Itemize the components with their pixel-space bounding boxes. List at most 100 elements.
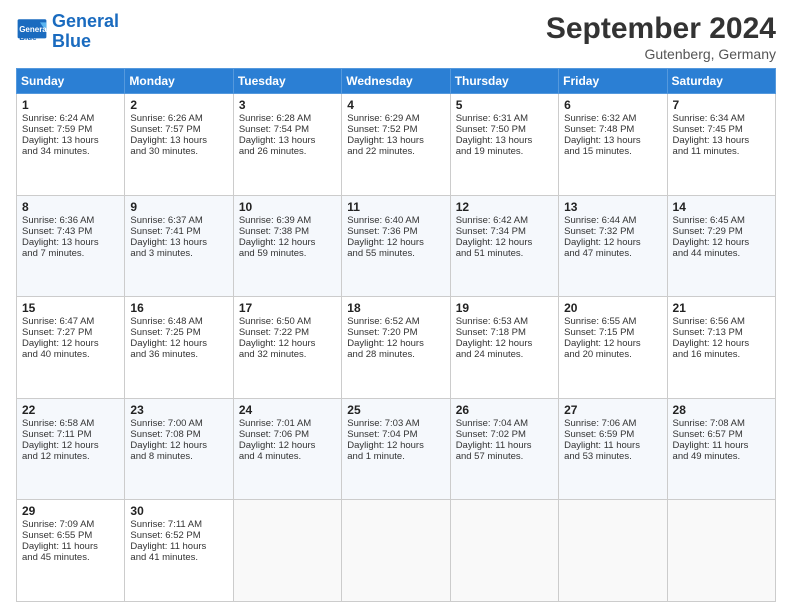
cell-line: Sunset: 7:38 PM	[239, 226, 336, 237]
table-row	[450, 500, 558, 602]
table-row: 25Sunrise: 7:03 AMSunset: 7:04 PMDayligh…	[342, 398, 450, 500]
table-row: 18Sunrise: 6:52 AMSunset: 7:20 PMDayligh…	[342, 297, 450, 399]
cell-line: Sunset: 7:45 PM	[673, 124, 770, 135]
cell-line: and 53 minutes.	[564, 451, 661, 462]
cell-line: and 32 minutes.	[239, 349, 336, 360]
cell-line: and 16 minutes.	[673, 349, 770, 360]
day-number: 4	[347, 98, 444, 112]
cell-line: and 22 minutes.	[347, 146, 444, 157]
cell-line: Sunset: 7:34 PM	[456, 226, 553, 237]
cell-line: Daylight: 13 hours	[239, 135, 336, 146]
cell-line: Daylight: 13 hours	[456, 135, 553, 146]
cell-line: Sunset: 7:43 PM	[22, 226, 119, 237]
cell-line: Daylight: 12 hours	[456, 338, 553, 349]
cell-line: and 19 minutes.	[456, 146, 553, 157]
cell-line: Daylight: 13 hours	[22, 237, 119, 248]
header-row: Sunday Monday Tuesday Wednesday Thursday…	[17, 69, 776, 94]
day-number: 8	[22, 200, 119, 214]
cell-line: and 3 minutes.	[130, 248, 227, 259]
day-number: 27	[564, 403, 661, 417]
cell-line: Daylight: 13 hours	[347, 135, 444, 146]
col-monday: Monday	[125, 69, 233, 94]
cell-line: Daylight: 12 hours	[347, 237, 444, 248]
header: General Blue General Blue September 2024…	[16, 12, 776, 62]
cell-line: Sunset: 7:06 PM	[239, 429, 336, 440]
cell-line: Sunrise: 6:42 AM	[456, 215, 553, 226]
cell-line: Daylight: 13 hours	[130, 135, 227, 146]
cell-line: Sunrise: 6:47 AM	[22, 316, 119, 327]
cell-line: Sunrise: 6:48 AM	[130, 316, 227, 327]
day-number: 20	[564, 301, 661, 315]
table-row: 16Sunrise: 6:48 AMSunset: 7:25 PMDayligh…	[125, 297, 233, 399]
cell-line: Daylight: 12 hours	[239, 338, 336, 349]
cell-line: and 44 minutes.	[673, 248, 770, 259]
cell-line: Daylight: 11 hours	[22, 541, 119, 552]
cell-line: Daylight: 12 hours	[564, 237, 661, 248]
cell-line: Daylight: 13 hours	[564, 135, 661, 146]
table-row: 26Sunrise: 7:04 AMSunset: 7:02 PMDayligh…	[450, 398, 558, 500]
cell-line: Sunset: 7:11 PM	[22, 429, 119, 440]
cell-line: Sunset: 7:13 PM	[673, 327, 770, 338]
cell-line: Sunset: 7:48 PM	[564, 124, 661, 135]
day-number: 13	[564, 200, 661, 214]
table-row: 15Sunrise: 6:47 AMSunset: 7:27 PMDayligh…	[17, 297, 125, 399]
day-number: 24	[239, 403, 336, 417]
cell-line: Sunrise: 7:01 AM	[239, 418, 336, 429]
cell-line: and 30 minutes.	[130, 146, 227, 157]
cell-line: Sunset: 7:32 PM	[564, 226, 661, 237]
col-friday: Friday	[559, 69, 667, 94]
cell-line: Sunset: 7:22 PM	[239, 327, 336, 338]
day-number: 17	[239, 301, 336, 315]
cell-line: Daylight: 12 hours	[22, 338, 119, 349]
cell-line: Sunrise: 6:58 AM	[22, 418, 119, 429]
cell-line: and 24 minutes.	[456, 349, 553, 360]
cell-line: Sunset: 6:55 PM	[22, 530, 119, 541]
day-number: 19	[456, 301, 553, 315]
cell-line: Daylight: 12 hours	[673, 338, 770, 349]
page: General Blue General Blue September 2024…	[0, 0, 792, 612]
col-tuesday: Tuesday	[233, 69, 341, 94]
cell-line: and 57 minutes.	[456, 451, 553, 462]
cell-line: Sunset: 7:59 PM	[22, 124, 119, 135]
day-number: 6	[564, 98, 661, 112]
table-row: 7Sunrise: 6:34 AMSunset: 7:45 PMDaylight…	[667, 94, 775, 196]
table-row: 27Sunrise: 7:06 AMSunset: 6:59 PMDayligh…	[559, 398, 667, 500]
cell-line: Daylight: 13 hours	[22, 135, 119, 146]
table-row: 22Sunrise: 6:58 AMSunset: 7:11 PMDayligh…	[17, 398, 125, 500]
cell-line: Sunrise: 6:37 AM	[130, 215, 227, 226]
cell-line: Daylight: 11 hours	[673, 440, 770, 451]
logo: General Blue General Blue	[16, 12, 119, 52]
cell-line: and 55 minutes.	[347, 248, 444, 259]
cell-line: Daylight: 12 hours	[239, 237, 336, 248]
cell-line: Sunset: 7:57 PM	[130, 124, 227, 135]
col-sunday: Sunday	[17, 69, 125, 94]
cell-line: Daylight: 12 hours	[456, 237, 553, 248]
cell-line: Sunset: 7:04 PM	[347, 429, 444, 440]
day-number: 30	[130, 504, 227, 518]
day-number: 22	[22, 403, 119, 417]
table-row	[559, 500, 667, 602]
cell-line: and 1 minute.	[347, 451, 444, 462]
cell-line: and 59 minutes.	[239, 248, 336, 259]
cell-line: and 26 minutes.	[239, 146, 336, 157]
col-saturday: Saturday	[667, 69, 775, 94]
cell-line: Sunset: 7:52 PM	[347, 124, 444, 135]
cell-line: Sunset: 7:20 PM	[347, 327, 444, 338]
day-number: 5	[456, 98, 553, 112]
cell-line: Sunset: 7:08 PM	[130, 429, 227, 440]
cell-line: Daylight: 12 hours	[347, 440, 444, 451]
cell-line: and 36 minutes.	[130, 349, 227, 360]
table-row: 2Sunrise: 6:26 AMSunset: 7:57 PMDaylight…	[125, 94, 233, 196]
cell-line: Sunrise: 6:50 AM	[239, 316, 336, 327]
col-thursday: Thursday	[450, 69, 558, 94]
logo-text: General Blue	[52, 12, 119, 52]
cell-line: Daylight: 11 hours	[456, 440, 553, 451]
cell-line: Sunrise: 6:52 AM	[347, 316, 444, 327]
table-row: 14Sunrise: 6:45 AMSunset: 7:29 PMDayligh…	[667, 195, 775, 297]
cell-line: Sunrise: 6:44 AM	[564, 215, 661, 226]
subtitle: Gutenberg, Germany	[546, 46, 776, 62]
day-number: 21	[673, 301, 770, 315]
cell-line: Sunset: 7:50 PM	[456, 124, 553, 135]
table-row: 5Sunrise: 6:31 AMSunset: 7:50 PMDaylight…	[450, 94, 558, 196]
calendar-table: Sunday Monday Tuesday Wednesday Thursday…	[16, 68, 776, 602]
